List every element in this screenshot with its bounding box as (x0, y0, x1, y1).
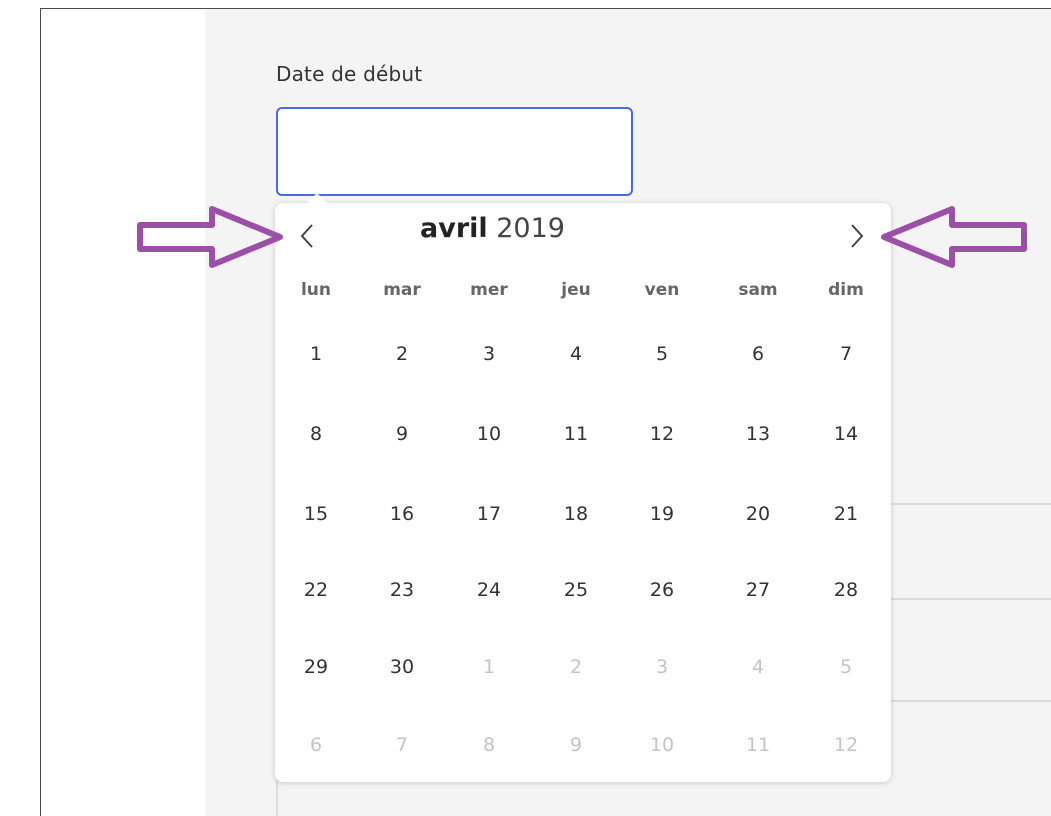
weekday-label: mar (383, 280, 421, 300)
calendar-day[interactable]: 11 (546, 414, 606, 454)
calendar-day-outside-month[interactable]: 11 (728, 725, 788, 765)
form-field-edge (276, 780, 278, 816)
calendar-day-outside-month[interactable]: 5 (816, 647, 876, 687)
year-label: 2019 (496, 213, 565, 244)
month-year-heading: avril 2019 (420, 213, 780, 244)
calendar-day[interactable]: 14 (816, 414, 876, 454)
calendar-day[interactable]: 27 (728, 570, 788, 610)
calendar-day[interactable]: 16 (372, 494, 432, 534)
start-date-input[interactable] (276, 107, 633, 196)
calendar-day-outside-month[interactable]: 2 (546, 647, 606, 687)
calendar-day[interactable]: 4 (546, 334, 606, 374)
calendar-day[interactable]: 2 (372, 334, 432, 374)
calendar-day[interactable]: 28 (816, 570, 876, 610)
weekday-label: jeu (561, 280, 591, 300)
calendar-day-outside-month[interactable]: 3 (632, 647, 692, 687)
calendar-day-outside-month[interactable]: 6 (286, 725, 346, 765)
chevron-left-icon (300, 224, 313, 248)
calendar-day-outside-month[interactable]: 1 (459, 647, 519, 687)
weekday-label: sam (738, 280, 778, 300)
weekday-label: lun (300, 280, 332, 300)
calendar-day[interactable]: 1 (286, 334, 346, 374)
previous-month-button[interactable] (292, 216, 322, 256)
calendar-week-row: 6 7 8 9 10 11 12 (275, 725, 891, 765)
chevron-right-icon (851, 224, 864, 248)
start-date-label: Date de début (276, 62, 423, 86)
weekday-label: ven (644, 280, 680, 300)
calendar-day[interactable]: 21 (816, 494, 876, 534)
calendar-day[interactable]: 5 (632, 334, 692, 374)
calendar-day[interactable]: 22 (286, 570, 346, 610)
calendar-day[interactable]: 30 (372, 647, 432, 687)
calendar-day[interactable]: 20 (728, 494, 788, 534)
calendar-day[interactable]: 25 (546, 570, 606, 610)
calendar-day-outside-month[interactable]: 4 (728, 647, 788, 687)
calendar-day[interactable]: 8 (286, 414, 346, 454)
month-label: avril (420, 213, 488, 244)
calendar-day[interactable]: 19 (632, 494, 692, 534)
calendar-day-outside-month[interactable]: 10 (632, 725, 692, 765)
calendar-day[interactable]: 26 (632, 570, 692, 610)
popup-caret (307, 193, 327, 203)
calendar-day[interactable]: 23 (372, 570, 432, 610)
calendar-week-row: 29 30 1 2 3 4 5 (275, 647, 891, 687)
calendar-week-row: 8 9 10 11 12 13 14 (275, 414, 891, 454)
calendar-day-outside-month[interactable]: 7 (372, 725, 432, 765)
calendar-week-row: 1234567 (275, 334, 891, 374)
calendar-day[interactable]: 9 (372, 414, 432, 454)
calendar-day[interactable]: 7 (816, 334, 876, 374)
calendar-week-row: 15 16 17 18 19 20 21 (275, 494, 891, 534)
weekday-label: mer (470, 280, 508, 300)
weekday-header: lun mar mer jeu ven sam dim (275, 276, 891, 306)
calendar-day[interactable]: 15 (286, 494, 346, 534)
annotation-arrow-right-icon (137, 206, 283, 268)
calendar-day[interactable]: 18 (546, 494, 606, 534)
calendar-day[interactable]: 29 (286, 647, 346, 687)
calendar-day-outside-month[interactable]: 8 (459, 725, 519, 765)
calendar-day[interactable]: 12 (632, 414, 692, 454)
annotation-arrow-left-icon (881, 206, 1027, 268)
calendar-day[interactable]: 6 (728, 334, 788, 374)
next-month-button[interactable] (842, 216, 872, 256)
calendar-day[interactable]: 24 (459, 570, 519, 610)
calendar-day[interactable]: 13 (728, 414, 788, 454)
weekday-label: dim (828, 280, 864, 300)
calendar-day-outside-month[interactable]: 12 (816, 725, 876, 765)
calendar-day[interactable]: 10 (459, 414, 519, 454)
calendar-day-outside-month[interactable]: 9 (546, 725, 606, 765)
calendar-day[interactable]: 3 (459, 334, 519, 374)
calendar-day[interactable]: 17 (459, 494, 519, 534)
calendar-week-row: 22 23 24 25 26 27 28 (275, 570, 891, 610)
